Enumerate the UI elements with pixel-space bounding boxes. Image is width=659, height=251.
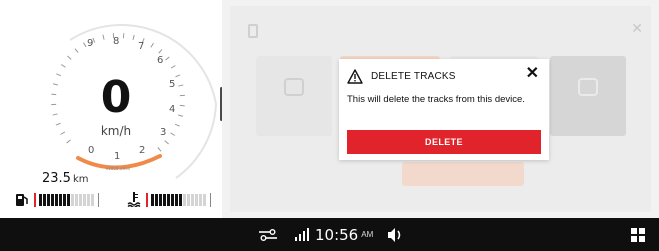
bar-segment [203, 194, 206, 206]
bar-segment [183, 194, 186, 206]
rpm-label: 0 [88, 145, 95, 156]
background-pill [402, 162, 524, 186]
bar-segment [179, 194, 182, 206]
bar-segment [175, 194, 178, 206]
bar-segment [199, 194, 202, 206]
rpm-tick [52, 83, 58, 86]
bar-segment [67, 194, 70, 206]
bar-segment [159, 194, 162, 206]
rpm-tick [83, 42, 87, 48]
background-close-icon: ✕ [631, 20, 643, 36]
rpm-tick [66, 139, 71, 144]
rpm-tick [178, 84, 184, 87]
rpm-tick [170, 132, 176, 136]
speed-unit: km/h [100, 124, 132, 138]
rpm-tick [60, 131, 66, 135]
rpm-label: 7 [138, 41, 145, 52]
bar-segment [79, 194, 82, 206]
bar-segment [151, 194, 154, 206]
dialog-title: DELETE TRACKS [371, 71, 456, 82]
bar-segment [171, 194, 174, 206]
rpm-label: 3 [160, 127, 167, 138]
background-tile [550, 56, 626, 136]
bar-low-mark [146, 193, 148, 207]
signal-icon [294, 218, 310, 251]
bar-segment [87, 194, 90, 206]
rpm-tick [52, 113, 58, 116]
odometer-value: 23.5 [42, 171, 71, 186]
riding-mode-icon[interactable] [258, 218, 278, 251]
bar-segment [195, 194, 198, 206]
rpm-tick [60, 64, 66, 68]
rpm-tick [175, 74, 181, 78]
bar-segment [83, 194, 86, 206]
clock: 10:56 AM [315, 218, 373, 251]
bar-segment [55, 194, 58, 206]
bar-segment [163, 194, 166, 206]
fuel-level-bar [34, 191, 100, 209]
dialog-message: This will delete the tracks from this de… [347, 94, 525, 105]
rpm-tick [67, 55, 72, 60]
rpm-tick [132, 34, 135, 40]
status-bar: 10:56 AM [0, 218, 659, 251]
close-icon[interactable]: ✕ [526, 66, 539, 82]
svg-text:x1000 r/min: x1000 r/min [106, 166, 131, 171]
clock-time: 10:56 [315, 225, 359, 244]
delete-tracks-dialog: DELETE TRACKS ✕ This will delete the tra… [339, 59, 549, 160]
rpm-tick [170, 65, 176, 69]
bar-segment [59, 194, 62, 206]
rpm-tick [157, 147, 162, 152]
bar-segment [155, 194, 158, 206]
fuel-pump-icon [16, 194, 28, 206]
bar-segment [91, 194, 94, 206]
delete-button[interactable]: DELETE [347, 130, 541, 154]
rpm-tick [102, 34, 105, 40]
bar-segment [39, 194, 42, 206]
rpm-tick [74, 48, 79, 53]
bar-segment [71, 194, 74, 206]
rpm-tick [150, 42, 154, 48]
bar-segment [47, 194, 50, 206]
clock-ampm: AM [361, 230, 374, 239]
bar-segment [191, 194, 194, 206]
bar-segment [187, 194, 190, 206]
bar-segment [51, 194, 54, 206]
odometer: 23.5 km [42, 171, 89, 186]
volume-icon[interactable] [386, 218, 404, 251]
rpm-label: 6 [157, 55, 164, 66]
rpm-label: 9 [87, 38, 94, 49]
rpm-tick [56, 73, 62, 77]
bar-segment [43, 194, 46, 206]
rpm-label: 1 [114, 151, 121, 162]
odometer-unit: km [72, 174, 89, 185]
instrument-cluster: x1000 r/min 9 8 7 6 5 4 3 2 1 0 0 km/h 2… [0, 0, 222, 218]
grid-menu-icon[interactable] [631, 218, 645, 251]
rpm-label: 4 [169, 104, 176, 115]
rpm-tick [178, 114, 184, 117]
warning-icon [347, 69, 363, 84]
rpm-label: 8 [113, 36, 120, 47]
bar-end-mark [210, 193, 211, 207]
bar-segment [75, 194, 78, 206]
gear-indicator: 0 [100, 72, 132, 123]
background-tile [256, 56, 332, 136]
rpm-label: 2 [139, 145, 146, 156]
bar-segment [167, 194, 170, 206]
rpm-tick [164, 140, 169, 145]
phone-icon [248, 24, 258, 38]
rpm-tick [55, 122, 61, 126]
rpm-tick [158, 49, 163, 54]
temperature-level-bar [146, 191, 212, 209]
rpm-tick [165, 56, 170, 61]
bar-segment [63, 194, 66, 206]
rpm-tick [174, 123, 180, 127]
coolant-temperature-icon [127, 192, 141, 207]
bar-end-mark [98, 193, 99, 207]
bar-low-mark [34, 193, 36, 207]
rpm-label: 5 [169, 79, 176, 90]
